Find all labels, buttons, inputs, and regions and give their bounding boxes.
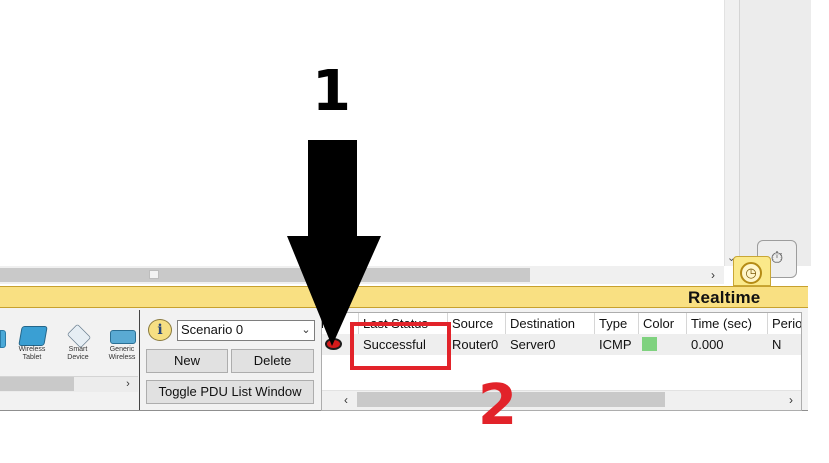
delete-scenario-button[interactable]: Delete [231, 349, 314, 373]
device-generic-wireless[interactable]: Generic Wireless [104, 326, 140, 364]
cell-type: ICMP [599, 337, 632, 352]
column-header-type[interactable]: Type [595, 313, 639, 334]
device-wireless-tablet[interactable]: Wireless Tablet [14, 326, 50, 364]
scroll-grip [149, 270, 159, 279]
column-header-source[interactable]: Source [448, 313, 506, 334]
column-header-color[interactable]: Color [639, 313, 687, 334]
scroll-right-arrow-icon[interactable]: › [706, 267, 720, 283]
scroll-right-arrow-icon[interactable]: › [783, 390, 799, 410]
cell-color-swatch [642, 337, 657, 351]
cell-source: Router0 [452, 337, 499, 352]
wireless-device-icon [110, 330, 136, 344]
realtime-label: Realtime [688, 288, 761, 307]
annotation-highlight-box [350, 322, 451, 370]
workspace-scroll-thumb[interactable] [0, 268, 530, 282]
device-label: Smart Device [67, 346, 89, 361]
cell-periodic: N [772, 337, 782, 352]
annotation-marker-2: 2 [478, 373, 517, 438]
cell-destination: Server0 [510, 337, 556, 352]
device-label: Generic Wireless [108, 346, 136, 361]
workspace-vertical-scrollbar[interactable] [724, 0, 739, 266]
smart-device-icon [66, 323, 92, 349]
column-header-time[interactable]: Time (sec) [687, 313, 768, 334]
tablet-icon [18, 326, 48, 346]
annotation-marker-1: 1 [312, 59, 351, 124]
scenario-select-value: Scenario 0 [181, 322, 244, 337]
down-arrow-icon [287, 140, 381, 346]
scroll-left-arrow-icon[interactable]: ‹ [338, 390, 354, 410]
device-label: Wireless Tablet [18, 346, 46, 361]
panel-divider [139, 310, 140, 410]
column-header-destination[interactable]: Destination [506, 313, 595, 334]
realtime-mode-bar [0, 286, 808, 308]
palette-scroll-thumb[interactable] [0, 377, 74, 391]
scroll-right-arrow-icon[interactable]: › [120, 376, 136, 392]
device-smart-device[interactable]: Smart Device [60, 323, 96, 364]
device-partial-icon[interactable] [0, 330, 6, 348]
clock-icon: ◷ [740, 262, 762, 284]
new-scenario-button[interactable]: New [146, 349, 228, 373]
toggle-pdu-list-button[interactable]: Toggle PDU List Window [146, 380, 314, 404]
right-side-panel [739, 0, 811, 266]
cell-time: 0.000 [691, 337, 724, 352]
info-icon[interactable]: i [148, 319, 172, 341]
column-header-periodic[interactable]: Periodic [768, 313, 801, 334]
window-edge [811, 0, 829, 463]
